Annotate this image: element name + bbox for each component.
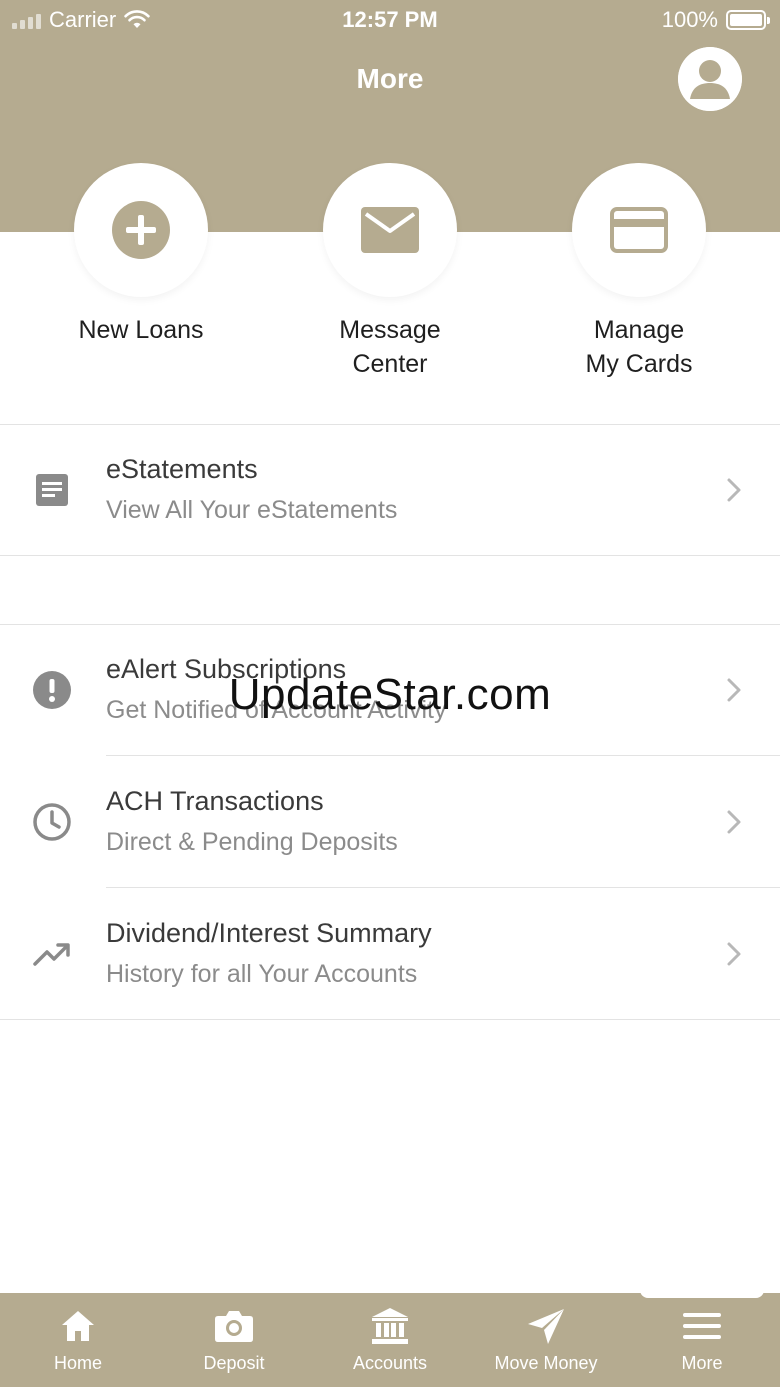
new-loans-circle[interactable] bbox=[74, 163, 208, 297]
active-tab-indicator bbox=[640, 1287, 764, 1298]
bank-icon bbox=[312, 1306, 468, 1346]
menu-item-title: eStatements bbox=[106, 454, 258, 484]
menu-icon bbox=[624, 1306, 780, 1346]
new-loans-label: New Loans bbox=[78, 316, 204, 344]
battery-icon bbox=[726, 10, 770, 30]
tab-label: Move Money bbox=[494, 1353, 598, 1373]
document-icon bbox=[32, 470, 72, 510]
manage-cards-circle[interactable] bbox=[572, 163, 706, 297]
menu-item-title: Dividend/Interest Summary bbox=[106, 918, 432, 948]
manage-cards-button[interactable]: Manage My Cards bbox=[514, 163, 764, 381]
menu-item-subtitle: History for all Your Accounts bbox=[106, 960, 418, 988]
tab-bar: Home Deposit Accounts Move Money More bbox=[0, 1293, 780, 1387]
chevron-right-icon bbox=[727, 810, 741, 834]
camera-icon bbox=[156, 1306, 312, 1346]
message-center-circle[interactable] bbox=[323, 163, 457, 297]
chevron-right-icon bbox=[727, 478, 741, 502]
clock-icon bbox=[32, 802, 72, 842]
menu-item-estatements[interactable]: eStatements View All Your eStatements bbox=[0, 424, 780, 555]
divider bbox=[0, 1019, 780, 1020]
envelope-icon bbox=[361, 207, 419, 253]
tab-label: Accounts bbox=[352, 1353, 428, 1373]
quick-actions: New Loans Message Center Manage My Cards bbox=[0, 163, 780, 423]
manage-cards-label: Manage My Cards bbox=[585, 316, 693, 378]
battery-percent: 100% bbox=[661, 7, 718, 32]
tab-label: Home bbox=[53, 1353, 102, 1373]
menu-item-subtitle: Direct & Pending Deposits bbox=[106, 828, 398, 856]
tab-accounts[interactable]: Accounts bbox=[312, 1293, 468, 1387]
menu-item-title: ACH Transactions bbox=[106, 786, 324, 816]
menu-item-dividend-interest-summary[interactable]: Dividend/Interest Summary History for al… bbox=[0, 888, 780, 1019]
tab-move-money[interactable]: Move Money bbox=[468, 1293, 624, 1387]
tab-home[interactable]: Home bbox=[0, 1293, 156, 1387]
watermark-text: UpdateStar.com bbox=[228, 670, 552, 719]
menu-item-subtitle: View All Your eStatements bbox=[106, 496, 398, 524]
menu-item-ach-transactions[interactable]: ACH Transactions Direct & Pending Deposi… bbox=[0, 756, 780, 887]
page-title: More bbox=[356, 63, 424, 94]
status-battery-group: 100% bbox=[661, 7, 770, 33]
profile-button[interactable] bbox=[678, 47, 742, 111]
divider bbox=[0, 555, 780, 556]
message-center-button[interactable]: Message Center bbox=[265, 163, 515, 381]
tab-label: More bbox=[681, 1353, 723, 1373]
new-loans-button[interactable]: New Loans bbox=[16, 163, 266, 347]
paper-plane-icon bbox=[468, 1306, 624, 1346]
tab-label: Deposit bbox=[203, 1353, 265, 1373]
chevron-right-icon bbox=[727, 942, 741, 966]
message-center-label: Message Center bbox=[339, 316, 441, 378]
trending-up-icon bbox=[32, 934, 72, 974]
user-avatar-icon bbox=[678, 47, 742, 111]
tab-deposit[interactable]: Deposit bbox=[156, 1293, 312, 1387]
home-icon bbox=[0, 1306, 156, 1346]
plus-circle-icon bbox=[112, 201, 170, 259]
credit-card-icon bbox=[610, 207, 668, 253]
status-bar: Carrier 12:57 PM 100% bbox=[0, 0, 780, 40]
tab-more[interactable]: More bbox=[624, 1293, 780, 1387]
